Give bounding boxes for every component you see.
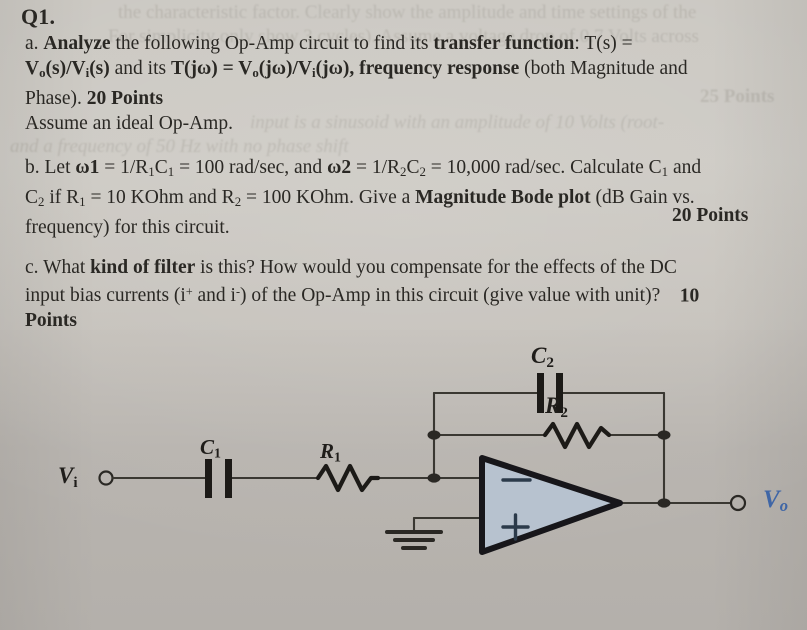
capacitor-c1 bbox=[205, 459, 232, 498]
c2-plate-left bbox=[537, 373, 544, 413]
part-a-line-1: a. Analyze the following Op-Amp circuit … bbox=[25, 31, 785, 56]
question-number: Q1. bbox=[21, 4, 56, 29]
part-b-letter: b. Let bbox=[25, 157, 71, 178]
formula-transfer-function-s: Vo(s)/Vi(s) bbox=[25, 58, 110, 81]
label-r1: R1 bbox=[320, 439, 341, 465]
input-terminal-circle bbox=[98, 470, 114, 486]
part-a-keyword-transfer-function: transfer function bbox=[433, 33, 575, 54]
scanned-worksheet-page: the characteristic factor. Clearly show … bbox=[0, 0, 807, 630]
circuit-schematic-svg bbox=[98, 373, 747, 555]
label-r2: R2 bbox=[545, 393, 568, 421]
omega-2-symbol: ω2 bbox=[327, 157, 352, 178]
part-a-block: a. Analyze the following Op-Amp circuit … bbox=[25, 31, 785, 136]
omega-1-symbol: ω1 bbox=[75, 157, 100, 178]
junction-dot-inverting-upper bbox=[427, 430, 441, 440]
part-c-points-word: Points bbox=[25, 310, 78, 332]
part-b-points: 20 Points bbox=[672, 205, 749, 226]
part-c-line-2: input bias currents (i+ and i-) of the O… bbox=[25, 280, 787, 308]
part-c-block: c. What kind of filter is this? How woul… bbox=[25, 255, 787, 333]
junction-dot-inverting-lower bbox=[427, 473, 441, 483]
resistor-r1 bbox=[315, 463, 381, 493]
part-b-text-2: = 1/R2C2 = 10,000 rad/sec. Calculate C1 … bbox=[351, 157, 702, 180]
part-a-text-4: (both Magnitude and bbox=[519, 58, 688, 79]
ground-symbol bbox=[385, 530, 443, 550]
part-c-points-number: 10 bbox=[660, 285, 700, 307]
part-a-assumption: Assume an ideal Op-Amp. bbox=[25, 113, 233, 135]
part-c-letter: c. bbox=[25, 257, 39, 278]
part-a-text-5: Phase). bbox=[25, 88, 87, 110]
part-b-text-3: C2 if R1 = 10 KOhm and R2 = 100 KOhm. Gi… bbox=[25, 187, 416, 210]
part-c-text-1: What bbox=[43, 257, 86, 278]
part-a-text-3: and its bbox=[114, 58, 167, 79]
formula-transfer-function-jw: T(jω) = Vo(jω)/Vi(jω), frequency respons… bbox=[170, 58, 520, 81]
label-c2: C2 bbox=[531, 343, 554, 371]
junction-dot-output-lower bbox=[657, 498, 671, 508]
part-c-line-1: c. What kind of filter is this? How woul… bbox=[25, 255, 787, 280]
part-c-text-3: input bias currents (i+ and i-) of the O… bbox=[25, 285, 661, 307]
part-c-line-3: Points bbox=[25, 308, 787, 333]
part-c-text-2: is this? How would you compensate for th… bbox=[195, 257, 677, 278]
part-b-line-1: b. Let ω1 = 1/R1C1 = 100 rad/sec, and ω2… bbox=[25, 155, 787, 185]
label-c1: C1 bbox=[200, 435, 221, 461]
part-b-text-1: = 1/R1C1 = 100 rad/sec, and bbox=[99, 157, 328, 180]
resistor-r2 bbox=[542, 421, 612, 450]
part-a-keyword-analyze: Analyze bbox=[43, 33, 111, 54]
label-vin: Vi bbox=[58, 463, 78, 491]
part-b-keyword-bode-plot: Magnitude Bode plot bbox=[415, 187, 591, 209]
output-terminal-circle bbox=[729, 494, 747, 512]
part-a-points: 20 Points bbox=[86, 88, 164, 110]
op-amp-triangle bbox=[479, 455, 623, 555]
part-a-line-3: Phase). 20 Points bbox=[25, 86, 785, 111]
part-b-block: b. Let ω1 = 1/R1C1 = 100 rad/sec, and ω2… bbox=[25, 155, 787, 240]
part-a-line-2: Vo(s)/Vi(s) and its T(jω) = Vo(jω)/Vi(jω… bbox=[25, 56, 785, 86]
label-vout: Vo bbox=[763, 486, 788, 516]
op-amp-circuit-diagram: Vi C1 R1 C2 R2 Vo bbox=[0, 340, 807, 630]
junction-dot-output-upper bbox=[657, 430, 671, 440]
c1-plate-right bbox=[225, 459, 232, 498]
part-a-line-4: Assume an ideal Op-Amp. bbox=[25, 111, 785, 136]
part-b-text-5: frequency) for this circuit. bbox=[25, 217, 230, 239]
c1-plate-left bbox=[205, 459, 212, 498]
part-a-text-1: the following Op-Amp circuit to find its bbox=[110, 33, 434, 54]
part-a-letter: a. bbox=[25, 33, 39, 54]
part-a-text-2: : T(s) = bbox=[574, 33, 633, 54]
part-c-keyword-kind-of-filter: kind of filter bbox=[90, 257, 196, 278]
